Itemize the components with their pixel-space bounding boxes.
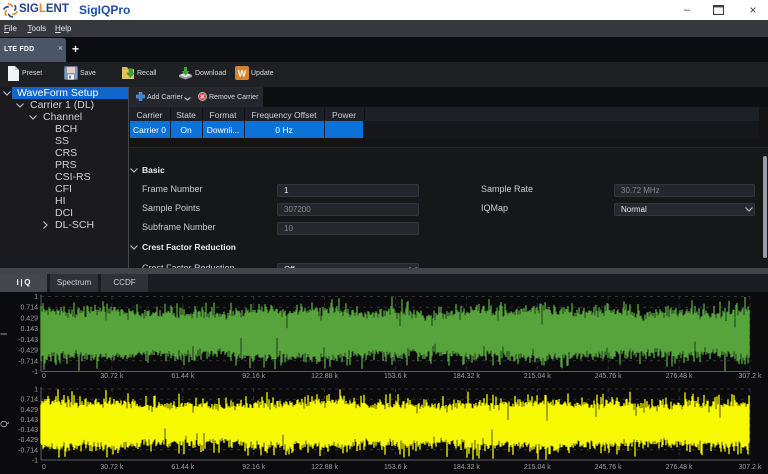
svg-text:276.48 k: 276.48 k	[666, 373, 693, 380]
svg-text:30.72 k: 30.72 k	[100, 373, 123, 380]
svg-text:-0.714: -0.714	[18, 447, 38, 454]
svg-text:0.143: 0.143	[20, 326, 38, 333]
svg-text:184.32 k: 184.32 k	[453, 373, 480, 380]
svg-text:92.16 k: 92.16 k	[242, 464, 265, 471]
svg-text:307.2 k: 307.2 k	[739, 464, 762, 471]
svg-text:0.429: 0.429	[20, 315, 38, 322]
svg-text:0: 0	[42, 464, 46, 471]
svg-text:61.44 k: 61.44 k	[171, 464, 194, 471]
svg-text:153.6 k: 153.6 k	[384, 464, 407, 471]
svg-text:-0.714: -0.714	[18, 358, 38, 365]
svg-text:307.2 k: 307.2 k	[739, 373, 762, 380]
svg-text:245.76 k: 245.76 k	[595, 373, 622, 380]
svg-text:61.44 k: 61.44 k	[171, 373, 194, 380]
svg-text:184.32 k: 184.32 k	[453, 464, 480, 471]
svg-text:-0.429: -0.429	[18, 437, 38, 444]
svg-text:1: 1	[34, 294, 38, 301]
svg-text:-0.143: -0.143	[18, 337, 38, 344]
svg-text:-0.143: -0.143	[18, 427, 38, 434]
svg-text:0.143: 0.143	[20, 417, 38, 424]
svg-text:215.04 k: 215.04 k	[524, 373, 551, 380]
svg-text:I: I	[0, 333, 9, 336]
svg-text:92.16 k: 92.16 k	[242, 373, 265, 380]
svg-text:276.48 k: 276.48 k	[666, 464, 693, 471]
svg-text:153.6 k: 153.6 k	[384, 373, 407, 380]
svg-text:W: W	[238, 69, 247, 79]
svg-text:1: 1	[34, 387, 38, 394]
svg-text:Q: Q	[0, 420, 9, 427]
svg-text:-1: -1	[32, 458, 38, 465]
svg-text:122.88 k: 122.88 k	[311, 464, 338, 471]
svg-text:-0.429: -0.429	[18, 348, 38, 355]
svg-text:0: 0	[42, 373, 46, 380]
svg-text:-1: -1	[32, 369, 38, 376]
svg-text:215.04 k: 215.04 k	[524, 464, 551, 471]
svg-text:122.88 k: 122.88 k	[311, 373, 338, 380]
svg-text:30.72 k: 30.72 k	[100, 464, 123, 471]
svg-text:245.76 k: 245.76 k	[595, 464, 622, 471]
svg-text:0.714: 0.714	[20, 305, 38, 312]
svg-text:0.429: 0.429	[20, 407, 38, 414]
svg-text:0.714: 0.714	[20, 397, 38, 404]
